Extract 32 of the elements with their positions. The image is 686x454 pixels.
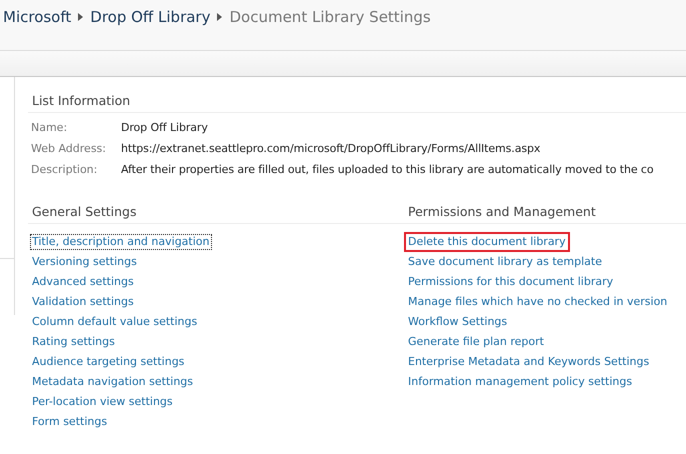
breadcrumb-link[interactable]: Drop Off Library (90, 8, 210, 26)
settings-link[interactable]: Permissions for this document library (404, 272, 618, 292)
settings-link[interactable]: Advanced settings (28, 272, 138, 292)
settings-link[interactable]: Per-location view settings (28, 392, 177, 412)
field-value: After their properties are filled out, files uploaded to this library are automatically moved to the co (121, 163, 654, 178)
field-label: Web Address: (31, 142, 107, 157)
field-value: Drop Off Library (121, 121, 208, 136)
field-label: Name: (31, 121, 68, 136)
settings-link[interactable]: Workflow Settings (404, 312, 512, 332)
settings-link[interactable]: Title, description and navigation (28, 232, 214, 252)
settings-link[interactable]: Enterprise Metadata and Keywords Settings (404, 352, 654, 372)
settings-link[interactable]: Form settings (28, 412, 112, 432)
field-value: https://extranet.seattlepro.com/microsoft/DropOffLibrary/Forms/AllItems.aspx (121, 142, 540, 157)
breadcrumb-link[interactable]: Microsoft (3, 8, 72, 26)
section-heading: List Information (31, 93, 132, 110)
settings-link[interactable]: Rating settings (28, 332, 119, 352)
settings-link[interactable]: Versioning settings (28, 252, 141, 272)
page-title: Document Library Settings (229, 8, 431, 26)
breadcrumb-arrow-icon (78, 13, 84, 21)
settings-link[interactable]: Metadata navigation settings (28, 372, 198, 392)
field-label: Description: (31, 163, 98, 178)
settings-link[interactable]: Information management policy settings (404, 372, 636, 392)
settings-link[interactable]: Generate file plan report (404, 332, 548, 352)
section-heading: Permissions and Management (407, 204, 597, 221)
settings-link[interactable]: Save document library as template (404, 252, 606, 272)
settings-link[interactable]: Validation settings (28, 292, 138, 312)
settings-link[interactable]: Manage files which have no checked in version (404, 292, 672, 312)
section-heading: General Settings (31, 204, 138, 221)
settings-link[interactable]: Delete this document library (404, 232, 570, 252)
settings-link[interactable]: Audience targeting settings (28, 352, 188, 372)
settings-link[interactable]: Column default value settings (28, 312, 202, 332)
breadcrumb-arrow-icon (217, 13, 222, 21)
